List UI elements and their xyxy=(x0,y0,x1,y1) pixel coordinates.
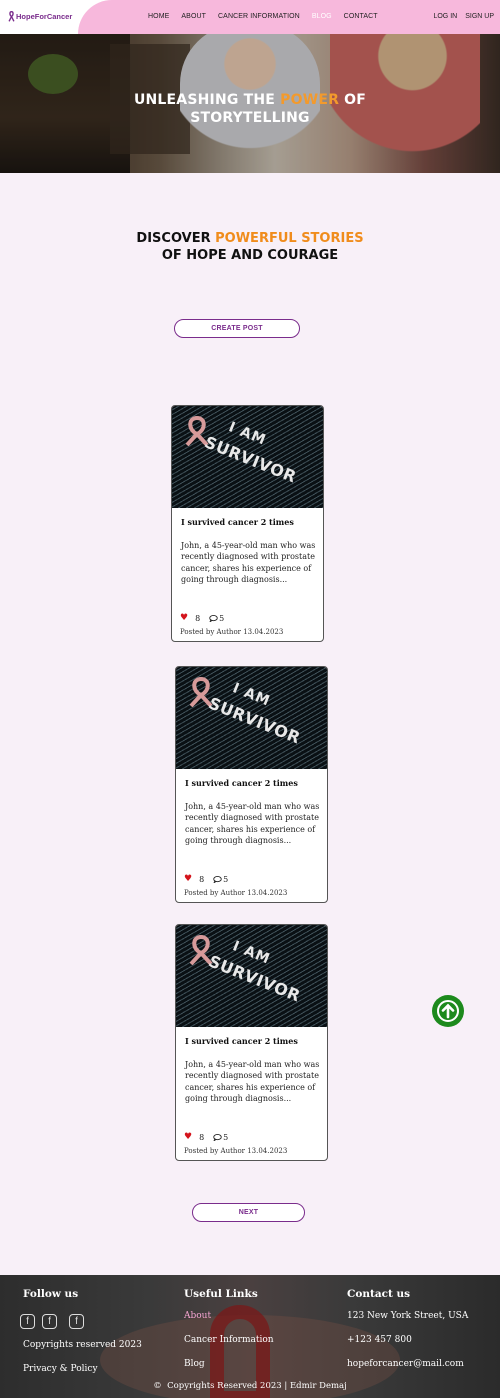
site-footer: Follow us f f f Copyrights reserved 2023… xyxy=(0,1275,500,1398)
next-page-button[interactable]: NEXT xyxy=(192,1203,305,1222)
like-count: 8 xyxy=(199,874,205,884)
create-post-button[interactable]: CREATE POST xyxy=(174,319,300,338)
copyright-icon: © xyxy=(153,1381,162,1391)
post-meta: Posted by Author 13.04.2023 xyxy=(184,889,288,897)
like-count: 8 xyxy=(195,613,201,623)
hero-title-post: OF xyxy=(339,92,367,108)
signup-link[interactable]: SIGN UP xyxy=(465,13,494,20)
post-title[interactable]: I survived cancer 2 times xyxy=(181,517,294,527)
heading-highlight: POWERFUL STORIES xyxy=(215,231,364,246)
hero-title-line2: STORYTELLING xyxy=(190,110,310,126)
heading-pre: DISCOVER xyxy=(136,231,216,246)
post-card[interactable]: I AM SURVIVOR I survived cancer 2 times … xyxy=(171,405,324,642)
post-meta: Posted by Author 13.04.2023 xyxy=(180,628,284,636)
comment-icon[interactable] xyxy=(213,875,222,883)
contact-phone[interactable]: +123 457 800 xyxy=(347,1335,412,1345)
heart-icon[interactable]: ♥ xyxy=(184,874,192,884)
contact-address: 123 New York Street, USA xyxy=(347,1311,469,1321)
post-card[interactable]: I AM SURVIVOR I survived cancer 2 times … xyxy=(175,666,328,903)
copyright-bar: © Copyrights Reserved 2023 | Edmir Demaj xyxy=(0,1381,500,1391)
footer-link-blog[interactable]: Blog xyxy=(184,1359,205,1369)
post-card[interactable]: I AM SURVIVOR I survived cancer 2 times … xyxy=(175,924,328,1161)
brand-name: HopeForCancer xyxy=(16,12,73,21)
comment-icon[interactable] xyxy=(209,614,218,622)
like-count: 8 xyxy=(199,1132,205,1142)
nav-cancer-information[interactable]: CANCER INFORMATION xyxy=(218,13,300,20)
footer-copyrights: Copyrights reserved 2023 xyxy=(23,1340,142,1350)
post-excerpt: John, a 45-year-old man who was recently… xyxy=(181,541,316,584)
login-link[interactable]: LOG IN xyxy=(433,13,457,20)
post-excerpt: John, a 45-year-old man who was recently… xyxy=(185,802,320,845)
hero-banner: UNLEASHING THE POWER OF STORYTELLING xyxy=(0,34,500,173)
heart-icon[interactable]: ♥ xyxy=(180,613,188,623)
section-heading: DISCOVER POWERFUL STORIES OF HOPE AND CO… xyxy=(0,230,500,264)
hero-title-highlight: POWER xyxy=(280,92,340,108)
nav-blog[interactable]: BLOG xyxy=(312,13,332,20)
nav-contact[interactable]: CONTACT xyxy=(344,13,378,20)
contact-email[interactable]: hopeforcancer@mail.com xyxy=(347,1359,464,1369)
facebook-icon[interactable]: f xyxy=(69,1314,84,1329)
hero-title-pre: UNLEASHING THE xyxy=(133,92,281,108)
comment-count: 5 xyxy=(223,1132,229,1142)
post-title[interactable]: I survived cancer 2 times xyxy=(185,778,298,788)
follow-us-heading: Follow us xyxy=(23,1288,79,1300)
facebook-icon[interactable]: f xyxy=(20,1314,35,1329)
post-image: I AM SURVIVOR xyxy=(176,667,327,769)
privacy-policy-link[interactable]: Privacy & Policy xyxy=(23,1364,98,1374)
post-excerpt: John, a 45-year-old man who was recently… xyxy=(185,1060,320,1103)
nav-about[interactable]: ABOUT xyxy=(181,13,206,20)
heading-line2: OF HOPE AND COURAGE xyxy=(161,248,339,263)
post-stats: ♥ 8 5 xyxy=(180,613,224,623)
copyright-text: Copyrights Reserved 2023 | Edmir Demaj xyxy=(167,1381,347,1391)
hero-title: UNLEASHING THE POWER OF STORYTELLING xyxy=(0,91,500,127)
scroll-to-top-button[interactable] xyxy=(432,995,464,1027)
useful-links-heading: Useful Links xyxy=(184,1288,258,1300)
footer-link-about[interactable]: About xyxy=(184,1311,211,1321)
comment-count: 5 xyxy=(219,613,225,623)
ribbon-icon xyxy=(8,11,15,22)
comment-count: 5 xyxy=(223,874,229,884)
arrow-up-icon xyxy=(437,1000,459,1022)
post-image: I AM SURVIVOR xyxy=(172,406,323,508)
comment-icon[interactable] xyxy=(213,1133,222,1141)
post-title[interactable]: I survived cancer 2 times xyxy=(185,1036,298,1046)
nav-home[interactable]: HOME xyxy=(148,13,169,20)
main-menu: HOME ABOUT CANCER INFORMATION BLOG CONTA… xyxy=(148,13,390,20)
top-navbar: HopeForCancer HOME ABOUT CANCER INFORMAT… xyxy=(0,0,500,34)
auth-links: LOG IN SIGN UP xyxy=(425,13,494,20)
post-stats: ♥ 8 5 xyxy=(184,1132,228,1142)
contact-us-heading: Contact us xyxy=(347,1288,411,1300)
brand-logo[interactable]: HopeForCancer xyxy=(8,11,72,22)
heart-icon[interactable]: ♥ xyxy=(184,1132,192,1142)
facebook-icon[interactable]: f xyxy=(42,1314,57,1329)
post-stats: ♥ 8 5 xyxy=(184,874,228,884)
post-image: I AM SURVIVOR xyxy=(176,925,327,1027)
footer-link-cancer-information[interactable]: Cancer Information xyxy=(184,1335,274,1345)
post-meta: Posted by Author 13.04.2023 xyxy=(184,1147,288,1155)
